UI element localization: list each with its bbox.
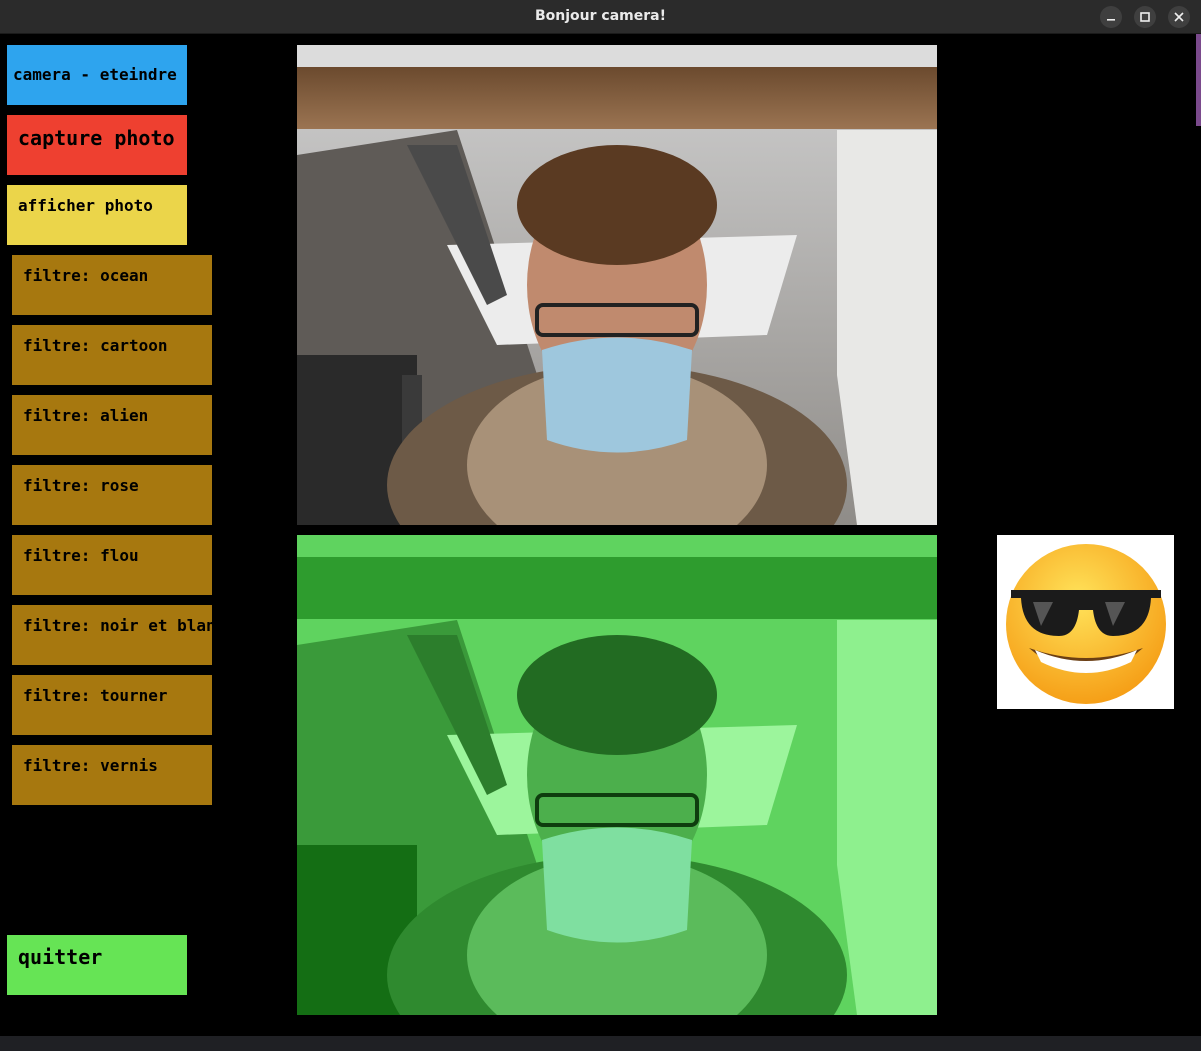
- close-icon: [1174, 12, 1184, 22]
- filter-label: filtre: tourner: [23, 686, 168, 705]
- filter-label: filtre: rose: [23, 476, 139, 495]
- camera-live-feed: [297, 45, 937, 525]
- camera-filtered-feed: [297, 535, 937, 1015]
- quit-label: quitter: [18, 945, 103, 969]
- camera-toggle-label: camera - eteindre: [13, 65, 177, 84]
- minimize-button[interactable]: [1100, 6, 1122, 28]
- scrollbar-accent: [1196, 34, 1201, 126]
- filter-rose-button[interactable]: filtre: rose: [12, 465, 212, 525]
- filter-label: filtre: flou: [23, 546, 139, 565]
- quit-button[interactable]: quitter: [7, 935, 187, 995]
- filter-label: filtre: vernis: [23, 756, 158, 775]
- maximize-icon: [1140, 12, 1150, 22]
- capture-photo-label: capture photo: [18, 126, 175, 150]
- filter-label: filtre: alien: [23, 406, 149, 425]
- filter-label: filtre: cartoon: [23, 336, 168, 355]
- filter-label: filtre: ocean: [23, 266, 149, 285]
- filter-label: filtre: noir et blanc: [23, 616, 226, 635]
- minimize-icon: [1107, 19, 1115, 21]
- filter-alien-button[interactable]: filtre: alien: [12, 395, 212, 455]
- close-button[interactable]: [1168, 6, 1190, 28]
- window-titlebar: Bonjour camera!: [0, 0, 1201, 34]
- sunglasses-emoji-image: [997, 535, 1174, 709]
- bottom-bar: [0, 1036, 1201, 1051]
- filter-noir-et-blanc-button[interactable]: filtre: noir et blanc: [12, 605, 225, 665]
- camera-toggle-button[interactable]: camera - eteindre: [7, 45, 187, 105]
- show-photo-button[interactable]: afficher photo: [7, 185, 187, 245]
- filter-tourner-button[interactable]: filtre: tourner: [12, 675, 212, 735]
- filter-flou-button[interactable]: filtre: flou: [12, 535, 212, 595]
- window-title: Bonjour camera!: [535, 8, 666, 24]
- maximize-button[interactable]: [1134, 6, 1156, 28]
- filter-vernis-button[interactable]: filtre: vernis: [12, 745, 212, 805]
- capture-photo-button[interactable]: capture photo: [7, 115, 187, 175]
- filter-ocean-button[interactable]: filtre: ocean: [12, 255, 212, 315]
- show-photo-label: afficher photo: [18, 196, 153, 215]
- sunglasses-emoji-icon: [1005, 544, 1166, 704]
- filter-cartoon-button[interactable]: filtre: cartoon: [12, 325, 212, 385]
